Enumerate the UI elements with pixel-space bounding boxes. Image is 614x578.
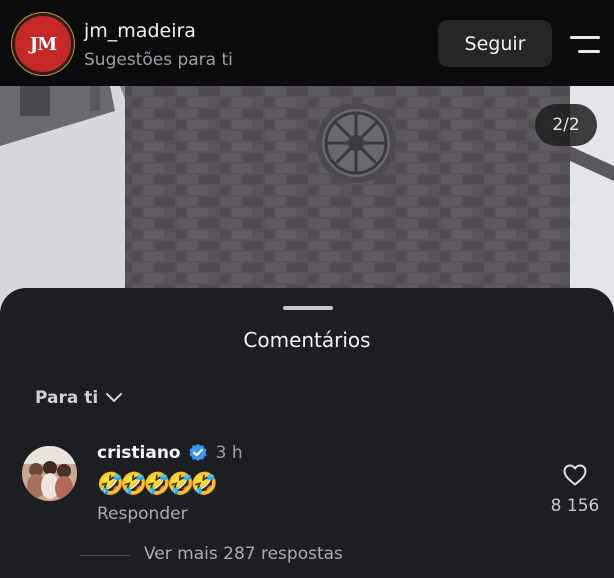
church-photo (0, 86, 614, 316)
heart-icon[interactable] (563, 464, 587, 486)
profile-username[interactable]: jm_madeira (84, 20, 196, 42)
filter-label: Para ti (35, 388, 99, 408)
verified-badge-icon (189, 443, 207, 461)
comment-text: 🤣🤣🤣🤣🤣 (97, 472, 218, 497)
hamburger-menu-icon[interactable] (570, 36, 600, 54)
like-count: 8 156 (550, 496, 600, 516)
post-header: JM jm_madeira Sugestões para ti Seguir (0, 0, 614, 86)
replies-divider (80, 555, 130, 556)
profile-avatar[interactable]: JM (15, 16, 71, 72)
comment-time: 3 h (215, 443, 243, 463)
follow-button[interactable]: Seguir (438, 20, 552, 67)
carousel-page-indicator: 2/2 (535, 104, 597, 146)
sheet-drag-handle[interactable] (283, 306, 333, 310)
comments-filter-dropdown[interactable]: Para ti (35, 388, 123, 408)
avatar-logo-text: JM (29, 33, 57, 55)
post-image[interactable] (0, 86, 614, 316)
view-more-replies-button[interactable]: Ver mais 287 respostas (144, 544, 343, 564)
comments-sheet: Comentários Para ti cristiano 3 h 🤣🤣🤣🤣🤣 … (0, 288, 614, 578)
comment-header: cristiano 3 h (97, 443, 243, 463)
comment-avatar[interactable] (22, 446, 77, 501)
comment-username[interactable]: cristiano (97, 443, 181, 463)
comments-title: Comentários (243, 328, 371, 352)
chevron-down-icon (106, 393, 123, 402)
avatar-photo (22, 446, 77, 501)
reply-button[interactable]: Responder (97, 504, 188, 524)
suggestion-subtitle: Sugestões para ti (84, 50, 233, 70)
